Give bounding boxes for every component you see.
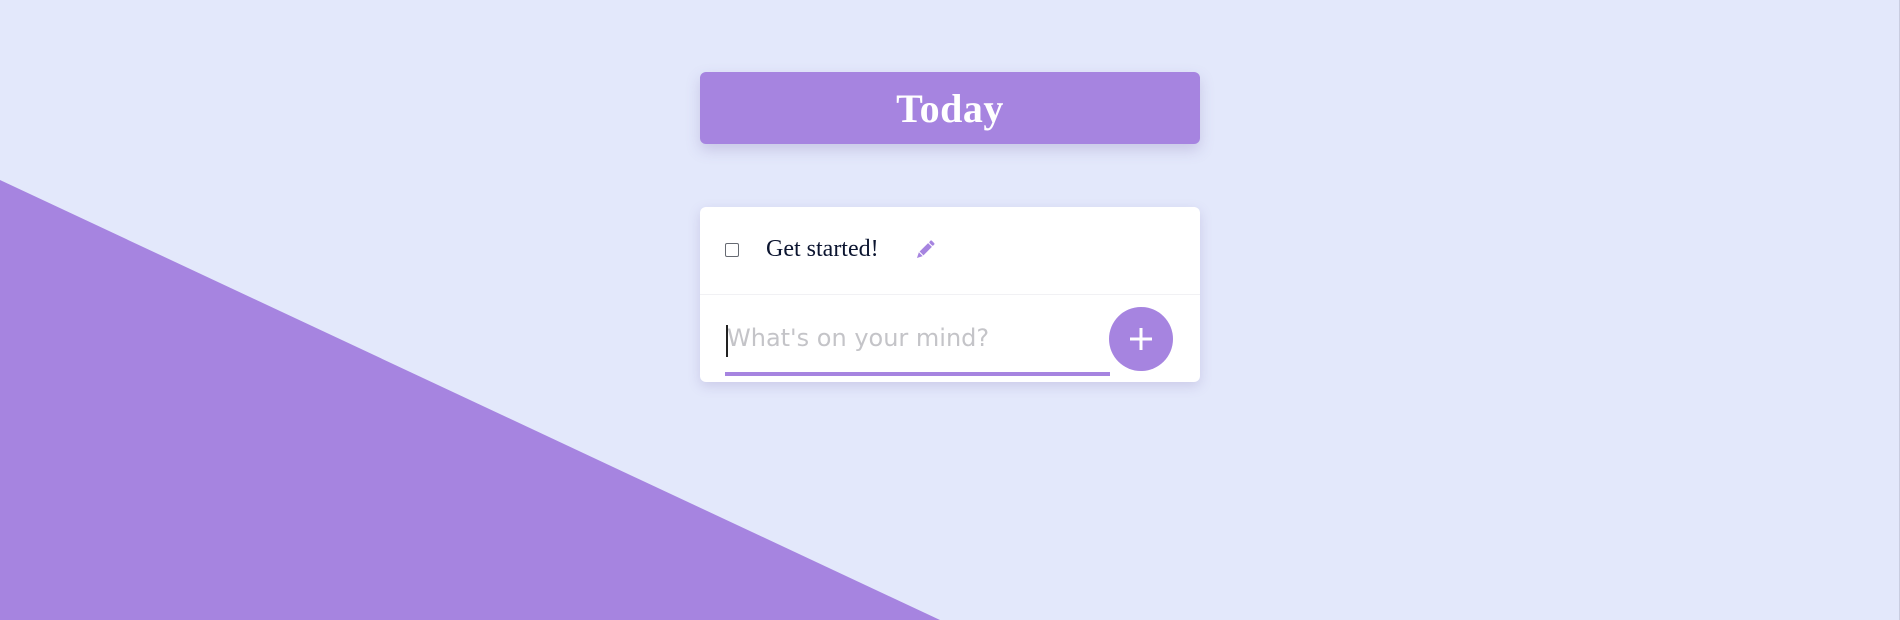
add-todo-button[interactable] [1109,307,1173,371]
text-cursor [726,325,728,357]
page-title: Today [896,85,1004,131]
pencil-icon [916,240,935,259]
header-card: Today [700,72,1200,144]
todo-item-label: Get started! [766,236,879,262]
edit-todo-button[interactable] [910,235,940,265]
plus-icon [1130,328,1152,350]
new-todo-input[interactable] [725,313,1110,363]
todo-item: Get started! [700,207,1200,295]
todo-checkbox[interactable] [725,243,739,257]
todo-list-card: Get started! [700,207,1200,382]
input-underline [725,372,1110,376]
